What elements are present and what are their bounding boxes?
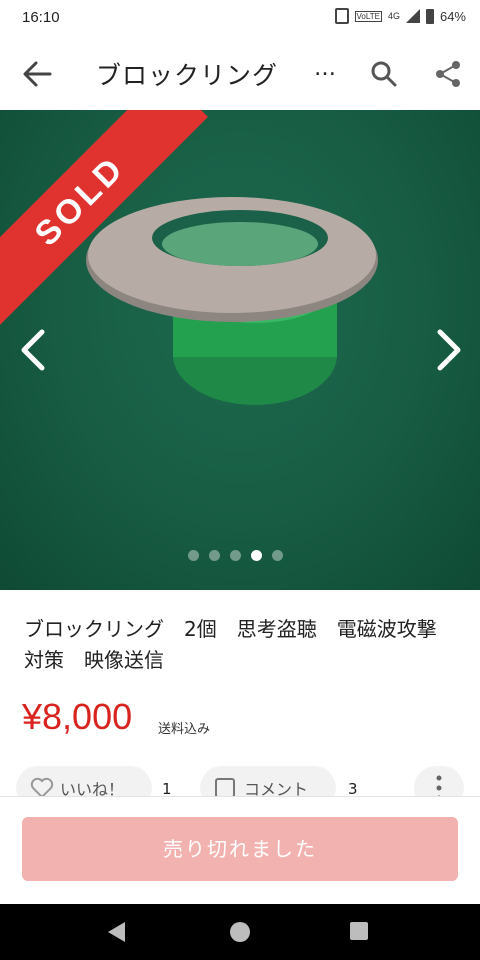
arrow-back-icon[interactable] xyxy=(22,60,52,88)
nav-recents-icon[interactable] xyxy=(350,922,368,940)
purchase-panel: 売り切れました xyxy=(0,796,480,905)
status-bar: 16:10 VoLTE 4G 64% xyxy=(0,0,480,36)
carousel-dot[interactable] xyxy=(251,550,262,561)
battery-icon xyxy=(425,8,434,24)
page-title: ブロックリング xyxy=(96,61,279,90)
app-bar: ブロックリング … xyxy=(0,36,480,110)
chevron-right-icon[interactable] xyxy=(430,328,466,372)
battery-level: 64% xyxy=(439,8,466,24)
product-image-carousel[interactable]: SOLD xyxy=(0,110,480,590)
carousel-dot[interactable] xyxy=(230,550,241,561)
status-icons: VoLTE 4G 64% xyxy=(334,8,466,24)
share-icon[interactable] xyxy=(434,60,462,88)
signal-icon xyxy=(405,9,420,23)
nav-home-icon[interactable] xyxy=(230,922,250,942)
item-price: ¥8,000 xyxy=(22,696,133,737)
status-time: 16:10 xyxy=(22,9,60,26)
search-icon[interactable] xyxy=(370,60,398,88)
shipping-label: 送料込み xyxy=(158,722,211,737)
network-type: 4G xyxy=(387,11,400,21)
sold-out-button[interactable]: 売り切れました xyxy=(22,817,458,881)
chevron-left-icon[interactable] xyxy=(16,328,52,372)
carousel-dot[interactable] xyxy=(272,550,283,561)
carousel-dots xyxy=(188,550,283,561)
nav-back-icon[interactable] xyxy=(108,922,125,942)
system-nav-bar xyxy=(0,904,480,960)
carousel-dot[interactable] xyxy=(188,550,199,561)
item-title: ブロックリング 2個 思考盗聴 電磁波攻撃対策 映像送信 xyxy=(24,617,437,672)
title-ellipsis: … xyxy=(314,56,336,81)
carousel-dot[interactable] xyxy=(209,550,220,561)
vibrate-icon xyxy=(334,8,349,24)
volte-icon: VoLTE xyxy=(354,10,382,22)
